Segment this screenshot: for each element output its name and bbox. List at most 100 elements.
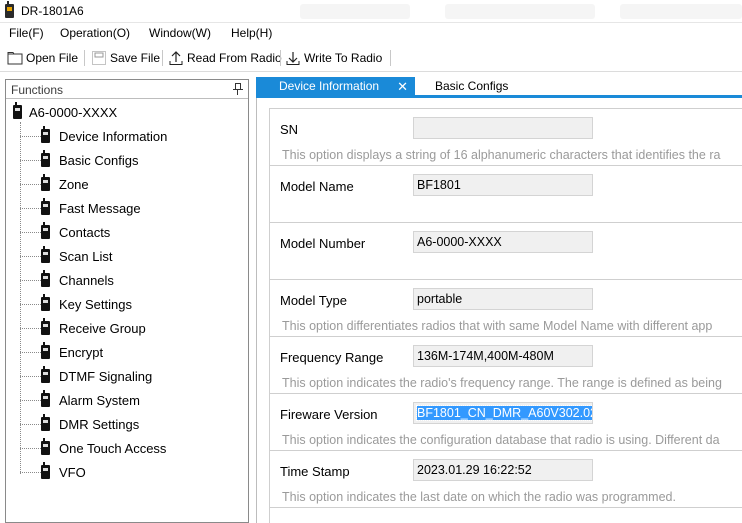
tree-item-label: DMR Settings (59, 416, 140, 432)
toolbar-separator (84, 50, 85, 66)
tree-item-key-settings[interactable]: Key Settings (20, 294, 132, 313)
field-label: Frequency Range (280, 350, 384, 365)
write-to-radio-button[interactable]: Write To Radio (285, 49, 382, 67)
tree-item-label: Device Information (59, 128, 168, 144)
toolbar-separator (280, 50, 281, 66)
tree-root-device[interactable]: A6-0000-XXXX (13, 102, 117, 121)
radio-app-icon (5, 1, 14, 18)
pin-icon[interactable] (233, 82, 243, 95)
tree-item-label: Key Settings (59, 296, 132, 312)
time-stamp-field[interactable]: 2023.01.29 16:22:52 (413, 459, 593, 481)
save-file-button[interactable]: Save File (91, 49, 160, 67)
radio-icon (13, 102, 22, 119)
radio-icon (41, 438, 50, 455)
tree-item-dmr-settings[interactable]: DMR Settings (20, 414, 140, 433)
tree-item-label: VFO (59, 464, 86, 480)
field-row-frequency-range: Frequency Range 136M-174M,400M-480M This… (270, 337, 742, 394)
field-list: SN This option displays a string of 16 a… (269, 108, 742, 523)
radio-icon (41, 366, 50, 383)
model-type-field[interactable]: portable (413, 288, 593, 310)
window-title: DR-1801A6 (21, 4, 84, 18)
download-icon (285, 50, 301, 66)
background-window-tab (620, 4, 742, 19)
radio-icon (41, 174, 50, 191)
tree-item-label: DTMF Signaling (59, 368, 153, 384)
field-description: This option indicates the last date on w… (282, 490, 676, 504)
tree-item-label: Basic Configs (59, 152, 139, 168)
field-description: This option displays a string of 16 alph… (282, 148, 721, 162)
frequency-range-field[interactable]: 136M-174M,400M-480M (413, 345, 593, 367)
tree-item-fast-message[interactable]: Fast Message (20, 198, 141, 217)
field-row-model-number: Model Number A6-0000-XXXX (270, 223, 742, 280)
title-bar: DR-1801A6 (0, 0, 742, 23)
close-icon[interactable]: ✕ (397, 79, 408, 95)
read-from-radio-button[interactable]: Read From Radio (168, 49, 282, 67)
field-row-time-stamp: Time Stamp 2023.01.29 16:22:52 This opti… (270, 451, 742, 508)
background-window-tab (445, 4, 595, 19)
write-to-radio-label: Write To Radio (304, 51, 383, 65)
field-label: Model Name (280, 179, 354, 194)
functions-tree: A6-0000-XXXX Device Information Basic Co… (6, 100, 248, 520)
save-file-label: Save File (110, 51, 161, 65)
field-label: Model Type (280, 293, 347, 308)
field-row-model-name: Model Name BF1801 (270, 166, 742, 223)
tree-item-device-information[interactable]: Device Information (20, 126, 168, 145)
tree-item-scan-list[interactable]: Scan List (20, 246, 112, 265)
radio-icon (41, 270, 50, 287)
field-description: This option indicates the configuration … (282, 433, 720, 447)
radio-icon (41, 342, 50, 359)
open-file-button[interactable]: Open File (7, 49, 78, 67)
device-information-pane: SN This option displays a string of 16 a… (256, 98, 742, 523)
tree-item-one-touch-access[interactable]: One Touch Access (20, 438, 166, 457)
menu-operation[interactable]: Operation(O) (60, 26, 130, 40)
tab-label: Basic Configs (435, 79, 509, 93)
field-label: SN (280, 122, 299, 137)
radio-icon (41, 390, 50, 407)
functions-panel: Functions A6-0000-XXXX Device Informatio… (5, 79, 249, 523)
radio-icon (41, 294, 50, 311)
field-description: This option differentiates radios that w… (282, 319, 713, 333)
toolbar-separator (390, 50, 391, 66)
tree-item-channels[interactable]: Channels (20, 270, 114, 289)
radio-icon (41, 414, 50, 431)
tree-item-vfo[interactable]: VFO (20, 462, 86, 481)
toolbar: Open File Save File Read From Radio Writ… (0, 44, 742, 72)
open-file-label: Open File (26, 51, 79, 65)
model-name-field[interactable]: BF1801 (413, 174, 593, 196)
radio-icon (41, 246, 50, 263)
tree-item-basic-configs[interactable]: Basic Configs (20, 150, 139, 169)
functions-panel-header: Functions (6, 80, 248, 99)
selected-text: BF1801_CN_DMR_A60V302.02 (416, 405, 592, 421)
field-label: Time Stamp (280, 464, 350, 479)
menu-window[interactable]: Window(W) (149, 26, 211, 40)
tree-item-label: Zone (59, 176, 89, 192)
save-icon (91, 50, 107, 66)
tab-basic-configs[interactable]: Basic Configs (435, 77, 508, 95)
tree-item-label: Contacts (59, 224, 111, 240)
radio-icon (41, 126, 50, 143)
fireware-version-field[interactable]: BF1801_CN_DMR_A60V302.02 (413, 402, 593, 424)
sn-field[interactable] (413, 117, 593, 139)
tree-item-alarm-system[interactable]: Alarm System (20, 390, 140, 409)
tree-item-label: Alarm System (59, 392, 140, 408)
tree-item-label: Receive Group (59, 320, 146, 336)
tree-item-label: Encrypt (59, 344, 104, 360)
tree-item-label: Channels (59, 272, 114, 288)
radio-icon (41, 462, 50, 479)
menu-bar: File(F) Operation(O) Window(W) Help(H) (0, 23, 742, 44)
field-row-fireware-version: Fireware Version BF1801_CN_DMR_A60V302.0… (270, 394, 742, 451)
field-label: Model Number (280, 236, 366, 251)
tree-item-label: Fast Message (59, 200, 141, 216)
menu-file[interactable]: File(F) (9, 26, 44, 40)
field-row-sn: SN This option displays a string of 16 a… (270, 109, 742, 166)
radio-icon (41, 198, 50, 215)
toolbar-separator (162, 50, 163, 66)
tree-item-dtmf-signaling[interactable]: DTMF Signaling (20, 366, 153, 385)
tab-device-information[interactable]: Device Information ✕ (256, 77, 415, 95)
tree-item-contacts[interactable]: Contacts (20, 222, 111, 241)
menu-help[interactable]: Help(H) (231, 26, 272, 40)
model-number-field[interactable]: A6-0000-XXXX (413, 231, 593, 253)
tree-item-encrypt[interactable]: Encrypt (20, 342, 104, 361)
tree-item-zone[interactable]: Zone (20, 174, 89, 193)
tree-item-receive-group[interactable]: Receive Group (20, 318, 146, 337)
